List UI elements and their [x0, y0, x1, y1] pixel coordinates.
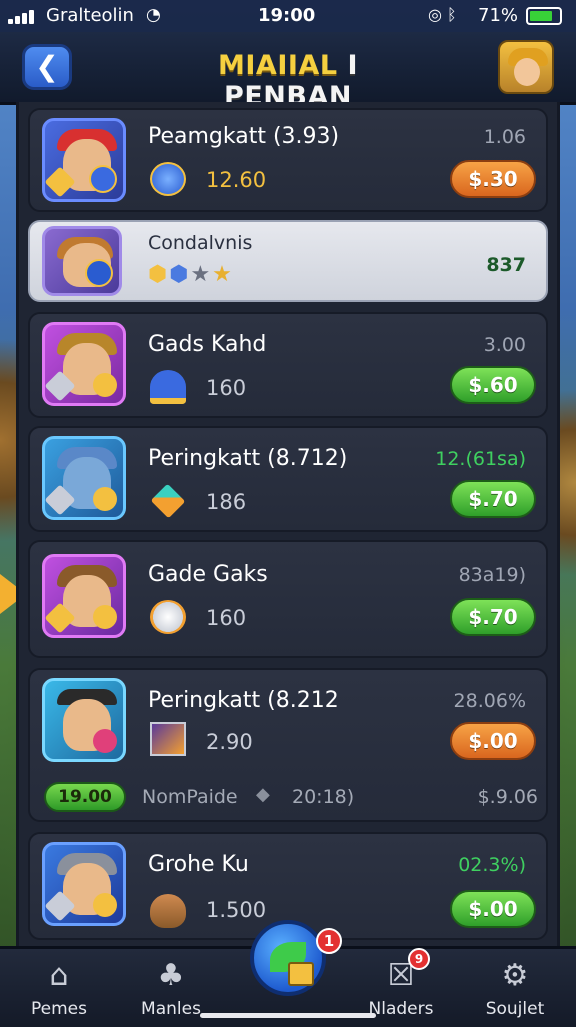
- list-item[interactable]: Peringkatt (8.712) 12.(61sa) 186 $.70: [28, 426, 548, 532]
- battery-icon: [526, 7, 562, 25]
- back-button[interactable]: ❮: [22, 44, 72, 90]
- item-name: Grohe Ku: [148, 852, 249, 877]
- item-name: Gade Gaks: [148, 562, 268, 587]
- buy-button[interactable]: $.00: [450, 890, 536, 928]
- puzzle-icon: ♣: [157, 958, 185, 993]
- buy-button[interactable]: $.60: [450, 366, 536, 404]
- timer-pill[interactable]: 19.00: [44, 782, 126, 812]
- item-stat: 837: [486, 254, 526, 276]
- chest-icon: [288, 962, 314, 986]
- buy-button[interactable]: $.30: [450, 160, 536, 198]
- item-subrow: 19.00 NomPaide ◆ 20:18) $.9.06: [44, 782, 538, 816]
- character-portrait-icon: [42, 322, 126, 406]
- player-avatar-icon[interactable]: [498, 40, 554, 94]
- item-stat: 28.06%: [453, 690, 526, 712]
- buy-button[interactable]: $.00: [450, 722, 536, 760]
- item-name: Gads Kahd: [148, 332, 267, 357]
- tab-soujlet[interactable]: ⚙ Soujlet: [460, 949, 570, 1027]
- pouch-icon: [150, 894, 186, 928]
- notification-badge: 9: [408, 948, 430, 970]
- title-left: MIAIIAL: [218, 50, 338, 81]
- item-count: 1.500: [206, 898, 267, 922]
- tab-label: Pemes: [31, 999, 87, 1019]
- gear-icon: ⚙: [501, 958, 529, 993]
- back-arrow-icon: ❮: [35, 50, 59, 83]
- list-item[interactable]: Gads Kahd 3.00 160 $.60: [28, 312, 548, 418]
- item-stat: 12.(61sa): [435, 448, 526, 470]
- item-count: 186: [206, 490, 247, 514]
- diamond-icon: ◆: [256, 784, 270, 805]
- home-icon: ⌂: [49, 958, 69, 993]
- sub-label: NomPaide: [142, 786, 238, 808]
- item-name: Peamgkatt (3.93): [148, 124, 340, 149]
- list-item[interactable]: Gade Gaks 83a19) 160 $.70: [28, 540, 548, 658]
- carrier-name: Gralteolin: [46, 5, 134, 26]
- alarm-icon: ◎ ᛒ: [428, 5, 457, 24]
- buy-button[interactable]: $.70: [450, 480, 536, 518]
- tab-pemes[interactable]: ⌂ Pemes: [4, 949, 114, 1027]
- wifi-icon: ◔: [146, 5, 161, 25]
- character-portrait-icon: [42, 118, 126, 202]
- list-item[interactable]: Peamgkatt (3.93) 1.06 12.60 $.30: [28, 108, 548, 212]
- item-name: Peringkatt (8.212: [148, 688, 339, 713]
- weapon-card-icon: [150, 722, 186, 756]
- sub-value: 20:18): [292, 786, 355, 808]
- item-stat: 83a19): [458, 564, 526, 586]
- signal-icon: [8, 8, 40, 24]
- status-bar: Gralteolin ◔ 19:00 ◎ ᛒ 71%: [0, 0, 576, 32]
- sub-price: $.9.06: [477, 786, 538, 808]
- item-stat: 02.3%): [458, 854, 526, 876]
- character-portrait-icon: [42, 678, 126, 762]
- list-item[interactable]: Peringkatt (8.212 28.06% 2.90 $.00 19.00…: [28, 668, 548, 822]
- tab-label: Soujlet: [485, 999, 545, 1019]
- buy-button[interactable]: $.70: [450, 598, 536, 636]
- item-stat: 1.06: [483, 126, 526, 148]
- center-shop-button[interactable]: [250, 920, 326, 996]
- item-count: 12.60: [206, 168, 267, 192]
- home-indicator[interactable]: [200, 1013, 376, 1018]
- item-stat: 3.00: [483, 334, 526, 356]
- skull-icon: [150, 600, 186, 634]
- item-name: Peringkatt (8.712): [148, 446, 348, 471]
- top-header: ❮ MIAIIAL I PENBAN: [0, 32, 576, 112]
- gems-icon: [150, 483, 186, 519]
- clock: 19:00: [258, 5, 316, 26]
- item-count: 160: [206, 376, 247, 400]
- notification-badge: 1: [316, 928, 342, 954]
- list-item-selected[interactable]: Condalvnis ⬢⬢★★ 837: [28, 220, 548, 302]
- item-name: Condalvnis: [148, 232, 253, 254]
- item-count: 2.90: [206, 730, 253, 754]
- item-count: 160: [206, 606, 247, 630]
- coin-icon: [150, 162, 186, 196]
- character-portrait-icon: [42, 436, 126, 520]
- character-portrait-icon: [42, 554, 126, 638]
- helmet-icon: [150, 370, 186, 404]
- battery-percent: 71%: [478, 5, 519, 26]
- rating-stars-icon: ⬢⬢★★: [148, 262, 234, 287]
- character-portrait-icon: [42, 842, 126, 926]
- character-portrait-icon: [42, 226, 122, 296]
